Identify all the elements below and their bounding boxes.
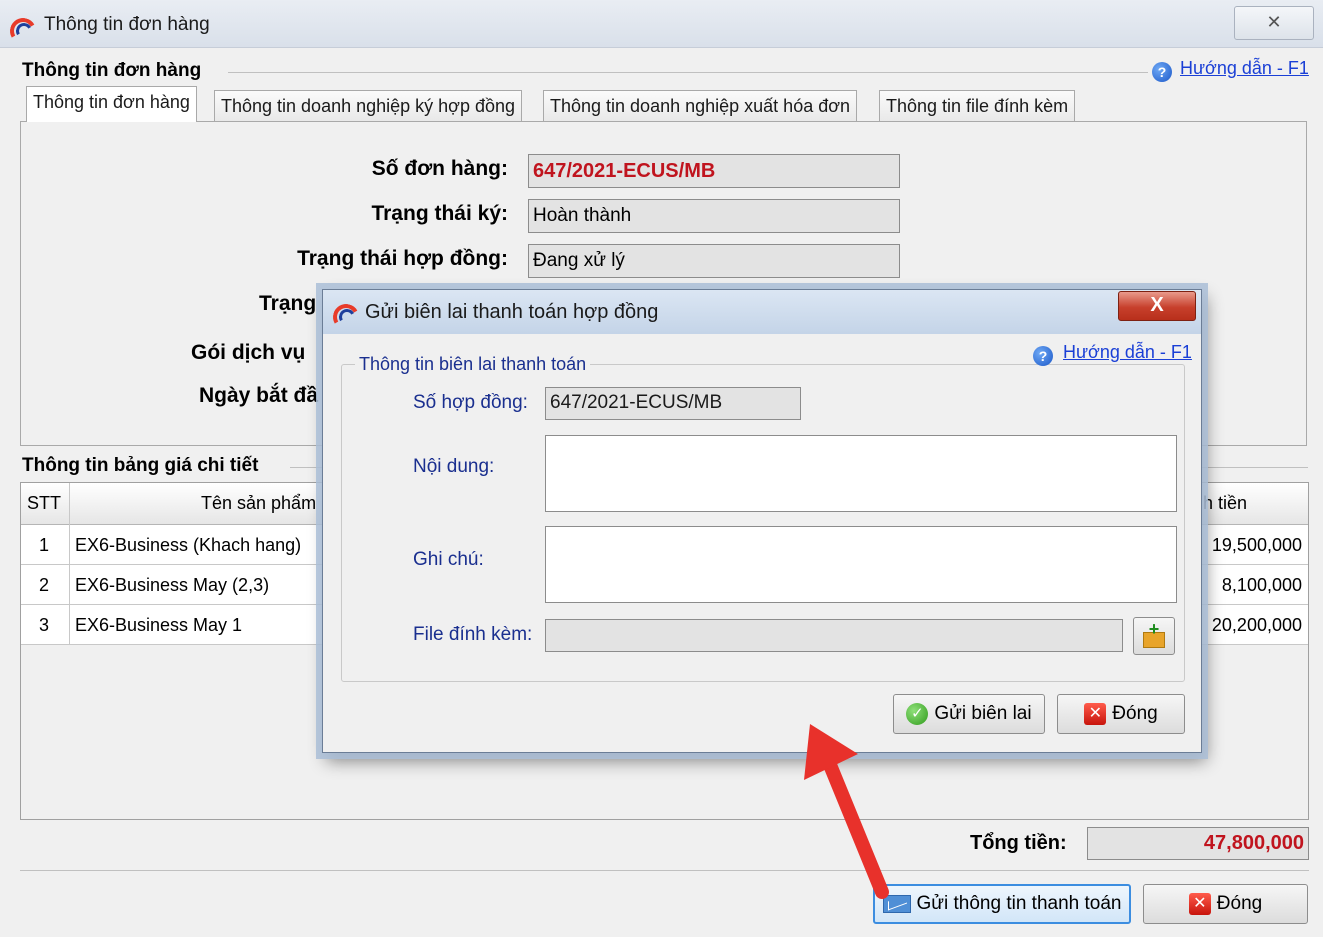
row-amount: 8,100,000	[1221, 575, 1302, 595]
tab-signing-company[interactable]: Thông tin doanh nghiệp ký hợp đồng	[214, 90, 523, 122]
order-group-line	[228, 72, 1148, 73]
plus-icon: +	[1148, 619, 1160, 639]
dialog-close-label: Đóng	[1112, 703, 1158, 724]
help-icon: ?	[1033, 346, 1053, 366]
row-product: EX6-Business May 1	[75, 615, 243, 635]
content-label: Nội dung:	[413, 456, 495, 477]
tab-attachments[interactable]: Thông tin file đính kèm	[879, 90, 1076, 122]
main-close-button[interactable]: ✕ Đóng	[1143, 884, 1308, 924]
main-window-title: Thông tin đơn hàng	[44, 14, 210, 35]
send-receipt-label: Gửi biên lai	[934, 703, 1032, 724]
tab-invoice-company[interactable]: Thông tin doanh nghiệp xuất hóa đơn	[543, 90, 858, 122]
close-icon: X	[1150, 294, 1164, 316]
contract-no-label: Số hợp đồng:	[413, 392, 528, 413]
service-package-label: Gói dịch vụ	[191, 341, 306, 364]
row-product: EX6-Business (Khach hang)	[75, 535, 302, 555]
contract-status-label: Trạng thái hợp đồng:	[297, 247, 508, 270]
close-icon: ✕	[1084, 703, 1107, 725]
send-receipt-button[interactable]: ✓ Gửi biên lai	[893, 694, 1045, 734]
contract-status-field: Đang xử lý	[528, 244, 900, 278]
dialog-title: Gửi biên lai thanh toán hợp đồng	[365, 301, 659, 323]
close-icon: ✕	[1266, 12, 1282, 32]
sign-status-label: Trạng thái ký:	[371, 202, 508, 225]
app-logo-icon	[7, 15, 39, 47]
dialog-titlebar: Gửi biên lai thanh toán hợp đồng X	[323, 290, 1201, 334]
send-payment-info-button[interactable]: Gửi thông tin thanh toán	[873, 884, 1131, 924]
grid-header-amount[interactable]: h tiền	[1203, 483, 1303, 523]
total-label: Tổng tiền:	[970, 832, 1067, 854]
start-date-label: Ngày bắt đầ	[199, 384, 319, 407]
footer-separator	[20, 870, 1309, 871]
order-no-field: 647/2021-ECUS/MB	[528, 154, 900, 188]
order-no-label: Số đơn hàng:	[371, 157, 508, 180]
main-titlebar: Thông tin đơn hàng ✕	[0, 0, 1323, 48]
red-arrow-annotation	[804, 724, 889, 899]
attachment-label: File đính kèm:	[413, 624, 533, 645]
help-link[interactable]: Hướng dẫn - F1	[1180, 58, 1309, 79]
row-amount: 19,500,000	[1211, 535, 1302, 555]
row-stt: 3	[39, 615, 50, 635]
receipt-info-title: Thông tin biên lai thanh toán	[355, 354, 591, 375]
note-textarea[interactable]	[545, 526, 1177, 603]
main-close-label: Đóng	[1216, 893, 1263, 914]
dialog-help-link[interactable]: Hướng dẫn - F1	[1063, 342, 1192, 363]
row-product: EX6-Business May (2,3)	[75, 575, 270, 595]
grid-col-divider	[69, 483, 70, 645]
total-value: 47,800,000	[1087, 827, 1309, 860]
payment-status-label: Trạng	[259, 292, 317, 315]
order-group-title: Thông tin đơn hàng	[22, 60, 208, 82]
app-logo-icon	[330, 301, 362, 333]
dialog-close-button[interactable]: ✕ Đóng	[1057, 694, 1185, 734]
grid-header-stt[interactable]: STT	[27, 483, 71, 523]
contract-no-field: 647/2021-ECUS/MB	[545, 387, 801, 420]
dialog-close-x-button[interactable]: X	[1118, 291, 1196, 321]
sign-status-field: Hoàn thành	[528, 199, 900, 233]
main-window-close-button[interactable]: ✕	[1234, 6, 1314, 40]
row-stt: 2	[39, 575, 50, 595]
grid-header-product[interactable]: Tên sản phẩm	[201, 483, 341, 523]
content-textarea[interactable]	[545, 435, 1177, 512]
row-amount: 20,200,000	[1211, 615, 1302, 635]
help-icon: ?	[1152, 62, 1172, 82]
attachment-browse-button[interactable]: +	[1133, 617, 1175, 655]
receipt-dialog: Gửi biên lai thanh toán hợp đồng X Thông…	[322, 289, 1202, 753]
row-stt: 1	[39, 535, 50, 555]
send-payment-info-label: Gửi thông tin thanh toán	[916, 893, 1122, 914]
close-icon: ✕	[1188, 893, 1211, 915]
tab-order-info[interactable]: Thông tin đơn hàng	[26, 86, 197, 122]
note-label: Ghi chú:	[413, 549, 484, 570]
price-group-title: Thông tin bảng giá chi tiết	[22, 455, 265, 477]
attachment-field	[545, 619, 1123, 652]
